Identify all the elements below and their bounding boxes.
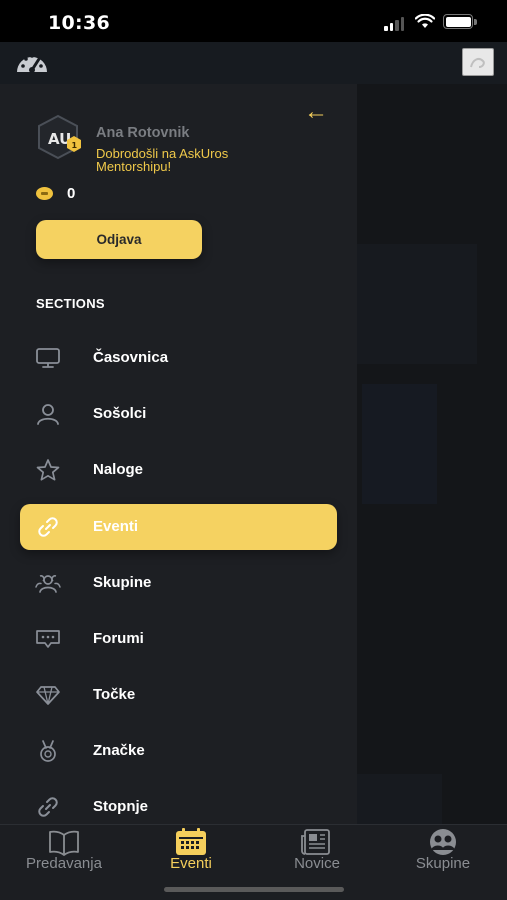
sidebar-item-label: Eventi bbox=[93, 518, 139, 535]
chat-icon bbox=[36, 630, 60, 648]
tab-eventi[interactable]: Eventi bbox=[128, 825, 254, 881]
sidebar-item-label: Časovnica bbox=[93, 349, 169, 366]
people-icon bbox=[430, 829, 456, 855]
logout-button[interactable]: Odjava bbox=[36, 220, 202, 259]
diamond-icon bbox=[36, 686, 60, 705]
svg-text:1: 1 bbox=[72, 141, 78, 150]
navigation-drawer: ← AU 1 Ana Rotovnik Dobrodošli na AskUro… bbox=[0, 84, 357, 824]
coin-count: 0 bbox=[67, 185, 76, 202]
home-indicator bbox=[164, 887, 344, 892]
tab-skupine[interactable]: Skupine bbox=[380, 825, 506, 881]
battery-icon bbox=[443, 14, 473, 29]
close-drawer-arrow-icon[interactable]: ← bbox=[304, 100, 328, 124]
tab-label: Predavanja bbox=[26, 855, 102, 872]
battery-tip bbox=[474, 19, 477, 25]
image-placeholder-icon bbox=[470, 58, 485, 68]
tab-label: Novice bbox=[294, 855, 340, 872]
dashboard-gauge-icon[interactable] bbox=[14, 50, 50, 76]
sidebar-item-znacke[interactable]: Značke bbox=[20, 728, 337, 774]
tab-predavanja[interactable]: Predavanja bbox=[1, 825, 127, 881]
medal-icon bbox=[40, 740, 56, 762]
monitor-icon bbox=[36, 348, 60, 368]
sidebar-item-label: Stopnje bbox=[93, 798, 148, 815]
sidebar-item-label: Naloge bbox=[93, 461, 144, 478]
sidebar-item-sosolci[interactable]: Sošolci bbox=[20, 391, 337, 437]
link-icon bbox=[38, 797, 58, 817]
group-icon bbox=[35, 575, 61, 593]
star-icon bbox=[36, 459, 60, 481]
signal-icon bbox=[384, 17, 404, 31]
top-app-bar bbox=[0, 42, 507, 84]
sidebar-item-label: Skupine bbox=[93, 574, 152, 591]
avatar[interactable]: AU 1 bbox=[34, 114, 86, 162]
sidebar-item-forumi[interactable]: Forumi bbox=[20, 616, 337, 662]
sidebar-item-label: Točke bbox=[93, 686, 136, 703]
wifi-icon bbox=[415, 14, 435, 28]
user-icon bbox=[37, 404, 59, 425]
tab-novice[interactable]: Novice bbox=[254, 825, 380, 881]
sidebar-item-casovnica[interactable]: Časovnica bbox=[20, 335, 337, 381]
profile-image-button[interactable] bbox=[462, 48, 494, 76]
sidebar-item-skupine[interactable]: Skupine bbox=[20, 560, 337, 606]
newspaper-icon bbox=[301, 829, 330, 855]
sidebar-item-tocke[interactable]: Točke bbox=[20, 672, 337, 718]
sections-heading: SECTIONS bbox=[36, 296, 105, 311]
book-icon bbox=[49, 830, 79, 856]
dimmed-page-content bbox=[357, 84, 507, 824]
link-icon bbox=[38, 517, 58, 537]
tab-label: Eventi bbox=[170, 855, 212, 872]
sidebar-item-naloge[interactable]: Naloge bbox=[20, 447, 337, 493]
user-name: Ana Rotovnik bbox=[96, 125, 190, 141]
sidebar-item-label: Sošolci bbox=[93, 405, 147, 422]
sidebar-item-eventi[interactable]: Eventi bbox=[20, 504, 337, 550]
calendar-icon bbox=[176, 828, 206, 855]
welcome-message: Dobrodošli na AskUros Mentorshipu! bbox=[96, 146, 229, 174]
status-bar: 10:36 bbox=[0, 0, 507, 42]
sidebar-item-label: Značke bbox=[93, 742, 145, 759]
coin-icon bbox=[36, 187, 53, 200]
sidebar-item-stopnje[interactable]: Stopnje bbox=[20, 784, 337, 824]
sidebar-item-label: Forumi bbox=[93, 630, 144, 647]
status-time: 10:36 bbox=[48, 12, 110, 34]
tab-label: Skupine bbox=[415, 855, 471, 872]
